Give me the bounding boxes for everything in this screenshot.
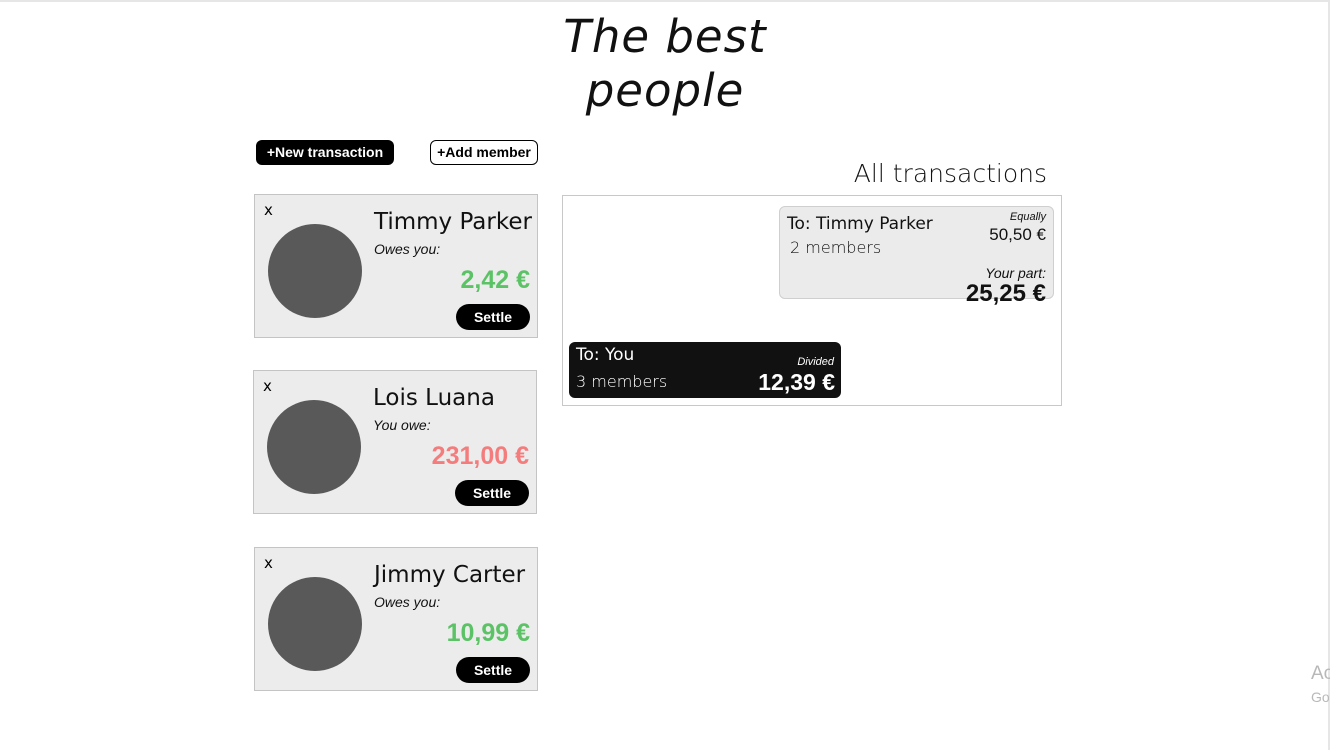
member-name: Timmy Parker [374,209,532,235]
remove-member-button[interactable]: x [264,554,273,572]
settle-button[interactable]: Settle [455,480,529,506]
member-balance-label: Owes you: [374,241,441,257]
transaction-card[interactable]: To: Timmy Parker 2 members Equally 50,50… [779,206,1054,307]
transaction-member-count: 3 members [576,372,668,391]
member-name: Lois Luana [373,385,495,411]
watermark-line-1: Ac [1311,663,1330,684]
transaction-recipient: To: You [576,345,635,365]
member-balance-amount: 2,42 € [460,266,530,294]
transaction-total: 12,39 € [758,369,835,395]
transactions-panel: To: Timmy Parker 2 members Equally 50,50… [562,195,1062,406]
transaction-total: 50,50 € [989,225,1046,244]
avatar [267,400,361,494]
member-balance-amount: 231,00 € [431,442,529,470]
transaction-part-label: Your part: [985,265,1046,281]
transaction-card[interactable]: To: You 3 members Divided 12,39 € [569,342,841,398]
settle-button[interactable]: Settle [456,657,530,683]
page-title-text: The best people [563,10,767,117]
transactions-heading: All transactions [853,159,1047,188]
avatar [268,224,362,318]
transaction-split-mode: Equally [1009,211,1046,223]
page-title: The best people [520,10,810,118]
member-balance-label: Owes you: [374,594,441,610]
transaction-recipient: To: Timmy Parker [787,214,933,234]
transaction-member-count: 2 members [790,238,882,257]
remove-member-button[interactable]: x [263,377,272,395]
activation-watermark: Ac Go [1311,662,1330,706]
member-name: Jimmy Carter [374,562,526,588]
member-balance-amount: 10,99 € [446,619,530,647]
member-balance-label: You owe: [373,417,431,433]
settle-button[interactable]: Settle [456,304,530,330]
transaction-split-mode: Divided [797,356,834,368]
add-member-button[interactable]: +Add member [430,140,538,165]
member-card-jimmy-carter: x Jimmy Carter Owes you: 10,99 € Settle [254,547,538,691]
new-transaction-button[interactable]: +New transaction [256,140,394,165]
avatar [268,577,362,671]
member-card-timmy-parker: x Timmy Parker Owes you: 2,42 € Settle [254,194,538,338]
member-card-lois-luana: x Lois Luana You owe: 231,00 € Settle [253,370,537,514]
watermark-line-2: Go [1311,689,1330,705]
remove-member-button[interactable]: x [264,201,273,219]
transaction-part-value: 25,25 € [965,280,1046,307]
